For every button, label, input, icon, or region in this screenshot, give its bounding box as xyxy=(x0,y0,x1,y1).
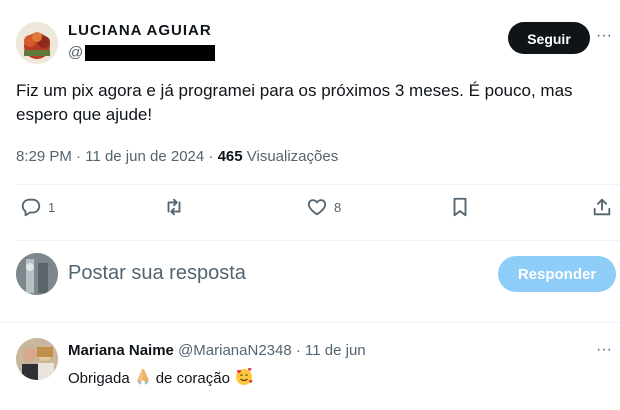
more-options-icon[interactable]: ··· xyxy=(596,27,612,45)
reply-input[interactable]: Postar sua resposta xyxy=(68,262,246,285)
author-handle[interactable]: @ xyxy=(68,44,216,61)
bookmark-action[interactable] xyxy=(449,196,471,218)
divider xyxy=(16,184,620,185)
heart-icon xyxy=(307,199,327,216)
divider xyxy=(16,240,620,241)
post-time[interactable]: 8:29 PM xyxy=(16,148,72,165)
meta-separator: · xyxy=(295,342,301,359)
comment-date[interactable]: 11 de jun xyxy=(305,342,366,359)
reply-action[interactable]: 1 xyxy=(20,196,55,218)
reply-icon xyxy=(21,198,41,217)
comment-header: Mariana Naime @MarianaN2348 · 11 de jun xyxy=(68,342,366,359)
repost-icon xyxy=(167,198,181,216)
author-avatar[interactable] xyxy=(16,22,58,64)
share-icon xyxy=(593,198,611,216)
share-action[interactable] xyxy=(591,196,613,218)
bookmark-icon xyxy=(453,197,467,217)
commenter-avatar[interactable] xyxy=(16,338,58,380)
views-count: 465 xyxy=(217,148,243,165)
meta-separator: · xyxy=(76,148,82,165)
smiling-face-with-hearts-icon xyxy=(234,366,254,390)
commenter-name[interactable]: Mariana Naime xyxy=(68,342,174,359)
comment-text-end: de coração xyxy=(155,369,230,387)
like-count: 8 xyxy=(334,199,342,215)
commenter-handle[interactable]: @MarianaN2348 xyxy=(178,342,292,359)
reply-count: 1 xyxy=(48,199,56,215)
repost-action[interactable] xyxy=(163,196,185,218)
reply-button[interactable]: Responder xyxy=(498,256,616,292)
author-name[interactable]: LUCIANA AGUIAR xyxy=(68,22,212,39)
comment-more-options-icon[interactable]: ··· xyxy=(596,341,612,359)
like-action[interactable]: 8 xyxy=(306,196,341,218)
current-user-avatar[interactable] xyxy=(16,253,58,295)
comment-text-start: Obrigada xyxy=(68,369,130,387)
handle-at: @ xyxy=(68,44,84,61)
post-date[interactable]: 11 de jun de 2024 xyxy=(85,148,204,165)
meta-separator: · xyxy=(208,148,214,165)
follow-button[interactable]: Seguir xyxy=(508,22,590,54)
redacted-handle xyxy=(85,44,216,61)
comment-text: Obrigada de coração xyxy=(68,366,258,390)
praying-hands-icon xyxy=(134,367,152,389)
post-header: LUCIANA AGUIAR @ Seguir ··· xyxy=(0,0,620,64)
post-meta: 8:29 PM · 11 de jun de 2024 · 465 Visual… xyxy=(16,148,338,165)
action-bar: 1 8 xyxy=(0,196,620,226)
post-text: Fiz um pix agora e já programei para os … xyxy=(16,81,573,124)
divider xyxy=(0,322,620,323)
views-label: Visualizações xyxy=(246,148,339,165)
